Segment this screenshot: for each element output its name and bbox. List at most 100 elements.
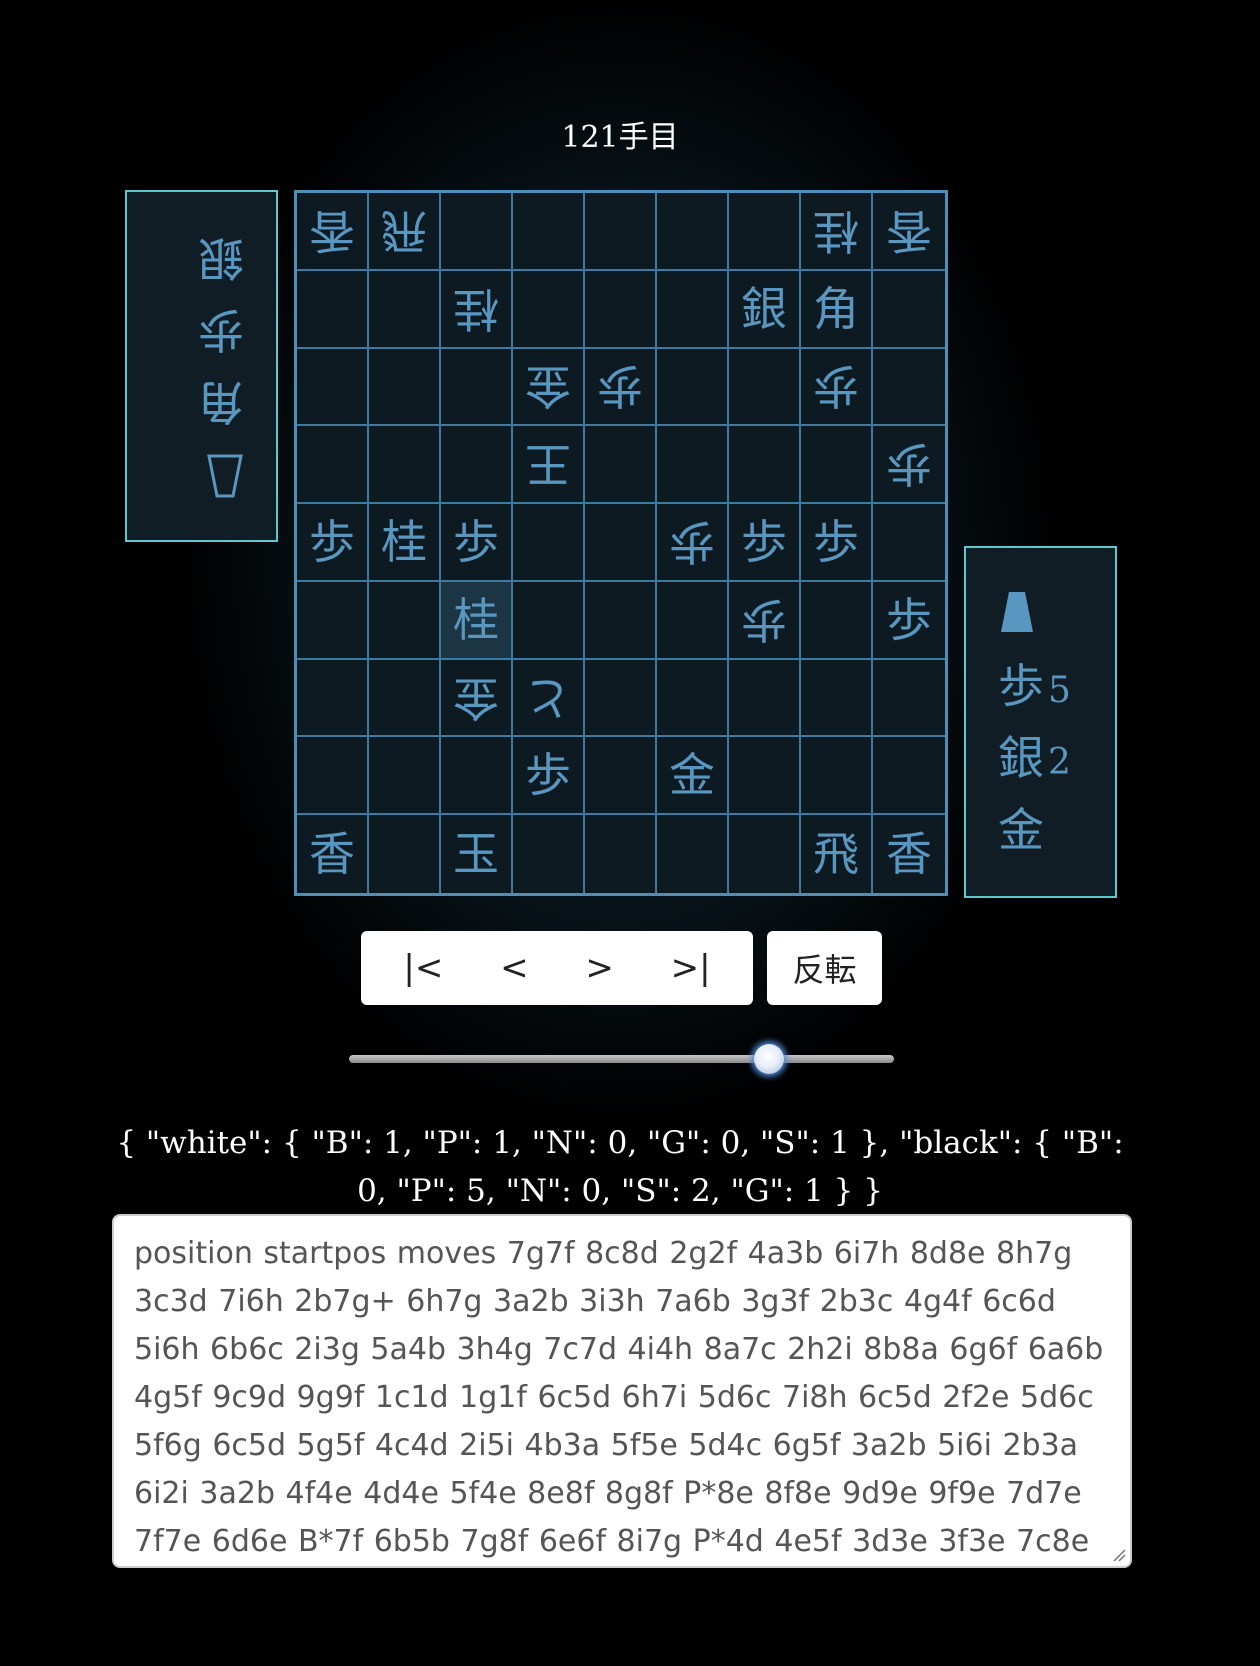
board-square[interactable] (729, 815, 801, 893)
white-hand-item[interactable]: 角 (127, 358, 244, 430)
board-square[interactable] (729, 348, 801, 427)
shogi-piece[interactable]: 玉 (453, 831, 499, 877)
shogi-piece[interactable]: 香 (309, 204, 355, 258)
resize-handle-icon[interactable] (1110, 1546, 1126, 1562)
black-hand-item[interactable]: 金 (998, 802, 1115, 874)
board-square[interactable] (657, 659, 729, 738)
board-square[interactable] (297, 348, 369, 427)
board-square[interactable] (729, 193, 801, 271)
board-square[interactable] (801, 659, 873, 738)
shogi-piece[interactable]: 金 (525, 359, 571, 413)
board-square[interactable]: 香 (297, 193, 369, 271)
white-hand-item[interactable]: 歩 (127, 286, 244, 358)
white-hand-item[interactable]: 銀 (127, 214, 244, 286)
shogi-piece[interactable]: 飛 (813, 831, 859, 877)
shogi-piece[interactable]: 桂 (453, 282, 499, 336)
board-square[interactable] (513, 270, 585, 349)
board-square[interactable] (585, 815, 657, 893)
board-square[interactable] (873, 660, 945, 738)
shogi-piece[interactable]: と (525, 671, 571, 725)
shogi-piece[interactable]: 香 (886, 831, 932, 877)
board-square[interactable] (441, 737, 513, 816)
board-square[interactable] (297, 581, 369, 660)
board-square[interactable] (369, 270, 441, 349)
shogi-piece[interactable]: 香 (309, 831, 355, 877)
shogi-piece[interactable]: 桂 (381, 519, 427, 565)
board-square[interactable]: 桂 (441, 581, 513, 660)
board-square[interactable]: 香 (873, 193, 945, 271)
next-move-button[interactable]: > (575, 948, 624, 988)
first-move-button[interactable]: |< (393, 948, 453, 988)
board-square[interactable]: 歩 (441, 504, 513, 582)
board-square[interactable]: 玉 (441, 815, 513, 893)
shogi-piece[interactable]: 歩 (669, 515, 715, 569)
shogi-piece[interactable]: 桂 (813, 204, 859, 258)
board-square[interactable] (657, 270, 729, 349)
shogi-piece[interactable]: 歩 (886, 597, 932, 643)
shogi-piece[interactable]: 歩 (886, 437, 932, 491)
black-hand-item[interactable]: 銀2 (998, 730, 1115, 802)
board-square[interactable]: 歩 (873, 426, 945, 505)
board-square[interactable] (369, 426, 441, 505)
board-square[interactable]: 飛 (801, 815, 873, 893)
board-square[interactable] (657, 815, 729, 893)
board-square[interactable] (513, 193, 585, 271)
shogi-piece[interactable]: 歩 (813, 359, 859, 413)
board-square[interactable]: 銀 (729, 270, 801, 349)
board-square[interactable] (585, 270, 657, 349)
shogi-piece[interactable]: 香 (886, 204, 932, 258)
board-square[interactable] (369, 581, 441, 660)
board-square[interactable]: 歩 (729, 581, 801, 660)
board-square[interactable]: 歩 (297, 504, 369, 582)
board-square[interactable] (585, 659, 657, 738)
board-square[interactable]: 香 (297, 815, 369, 893)
board-square[interactable]: 桂 (801, 193, 873, 271)
board-square[interactable]: 桂 (441, 270, 513, 349)
board-square[interactable] (369, 659, 441, 738)
flip-board-button[interactable]: 反転 (767, 931, 882, 1005)
board-square[interactable]: 飛 (369, 193, 441, 271)
board-square[interactable]: 金 (657, 737, 729, 816)
board-square[interactable] (585, 193, 657, 271)
board-square[interactable] (585, 504, 657, 582)
slider-thumb[interactable] (753, 1044, 784, 1074)
board-square[interactable] (441, 426, 513, 505)
board-square[interactable] (657, 581, 729, 660)
board-square[interactable] (585, 426, 657, 505)
board-square[interactable]: と (513, 659, 585, 738)
shogi-piece[interactable]: 歩 (741, 593, 787, 647)
board-square[interactable] (873, 271, 945, 349)
board-square[interactable]: 歩 (801, 348, 873, 427)
shogi-piece[interactable]: 飛 (381, 204, 427, 258)
board-square[interactable] (297, 737, 369, 816)
shogi-piece[interactable]: 歩 (741, 519, 787, 565)
shogi-piece[interactable]: 角 (813, 286, 859, 332)
board-square[interactable] (801, 581, 873, 660)
board-square[interactable] (513, 504, 585, 582)
black-hand-item[interactable]: 歩5 (998, 658, 1115, 730)
board-square[interactable] (297, 426, 369, 505)
shogi-piece[interactable]: 銀 (741, 286, 787, 332)
board-square[interactable]: 角 (801, 270, 873, 349)
shogi-piece[interactable]: 金 (453, 671, 499, 725)
board-square[interactable]: 桂 (369, 504, 441, 582)
board-square[interactable]: 歩 (513, 737, 585, 816)
move-slider[interactable] (349, 1044, 894, 1074)
last-move-button[interactable]: >| (661, 948, 721, 988)
board-square[interactable]: 金 (513, 348, 585, 427)
board-square[interactable] (513, 581, 585, 660)
usi-moves-textarea[interactable]: position startpos moves 7g7f 8c8d 2g2f 4… (112, 1214, 1132, 1568)
board-square[interactable]: 歩 (657, 504, 729, 582)
board-square[interactable] (441, 348, 513, 427)
shogi-piece[interactable]: 金 (669, 752, 715, 798)
shogi-piece[interactable]: 歩 (309, 519, 355, 565)
shogi-piece[interactable]: 歩 (597, 359, 643, 413)
board-square[interactable] (297, 659, 369, 738)
board-square[interactable]: 歩 (801, 504, 873, 582)
board-square[interactable] (729, 737, 801, 816)
board-square[interactable] (657, 426, 729, 505)
board-square[interactable] (297, 270, 369, 349)
board-square[interactable] (585, 737, 657, 816)
shogi-piece[interactable]: 歩 (813, 519, 859, 565)
board-square[interactable] (369, 815, 441, 893)
